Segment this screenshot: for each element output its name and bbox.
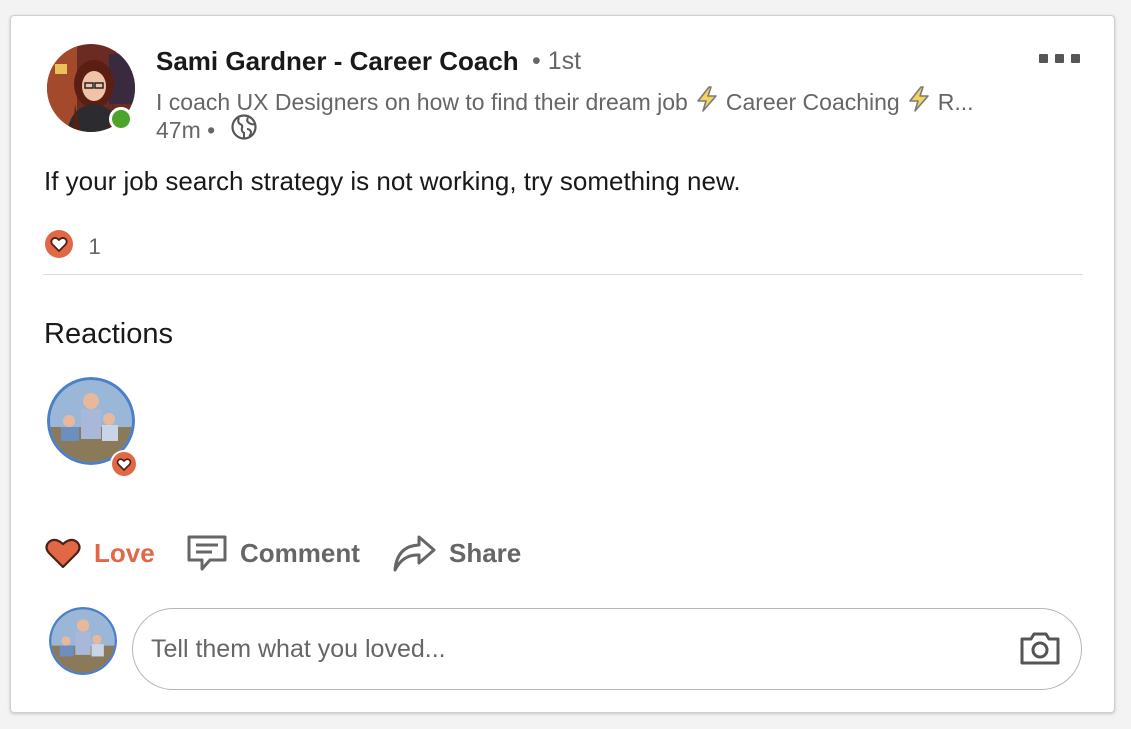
more-horizontal-icon <box>1039 54 1048 63</box>
connection-degree: • 1st <box>532 47 582 75</box>
love-button[interactable]: Love <box>44 531 155 575</box>
headline-text-2: Career Coaching <box>725 88 900 115</box>
comment-icon <box>187 535 227 571</box>
reactions-heading: Reactions <box>44 318 173 350</box>
comment-box[interactable] <box>132 608 1082 690</box>
share-button[interactable]: Share <box>391 531 521 575</box>
more-dot <box>1055 54 1064 63</box>
love-label: Love <box>94 537 155 568</box>
globe-icon <box>230 113 258 147</box>
share-arrow-icon <box>393 535 436 572</box>
current-user-photo <box>49 607 117 675</box>
post-time: 47m • <box>156 116 216 143</box>
headline-text-1: I coach UX Designers on how to find thei… <box>156 88 688 115</box>
share-label: Share <box>449 537 522 568</box>
post-card: Sami Gardner - Career Coach • 1st I coac… <box>10 15 1115 713</box>
more-options-button[interactable] <box>1037 46 1083 70</box>
divider <box>43 274 1083 275</box>
lightning-bolt-icon <box>694 85 720 119</box>
comment-input[interactable] <box>149 609 993 690</box>
current-user-avatar[interactable] <box>49 607 117 675</box>
love-reaction-icon <box>44 229 74 264</box>
online-status-dot <box>109 107 133 131</box>
post-text: If your job search strategy is not worki… <box>44 166 741 196</box>
lightning-bolt-icon <box>906 85 932 119</box>
author-headline: I coach UX Designers on how to find thei… <box>156 85 1016 119</box>
add-photo-button[interactable] <box>1019 630 1061 671</box>
author-name[interactable]: Sami Gardner - Career Coach <box>156 46 519 77</box>
more-dot <box>1071 54 1080 63</box>
reaction-summary[interactable]: 1 <box>44 229 101 259</box>
reaction-count: 1 <box>88 233 101 259</box>
headline-text-3: R... <box>937 88 974 115</box>
heart-icon <box>45 538 81 569</box>
comment-label: Comment <box>240 537 360 568</box>
camera-icon <box>1020 632 1060 665</box>
love-reaction-badge <box>109 449 139 484</box>
post-meta: 47m • <box>156 113 258 147</box>
comment-button[interactable]: Comment <box>186 531 360 575</box>
